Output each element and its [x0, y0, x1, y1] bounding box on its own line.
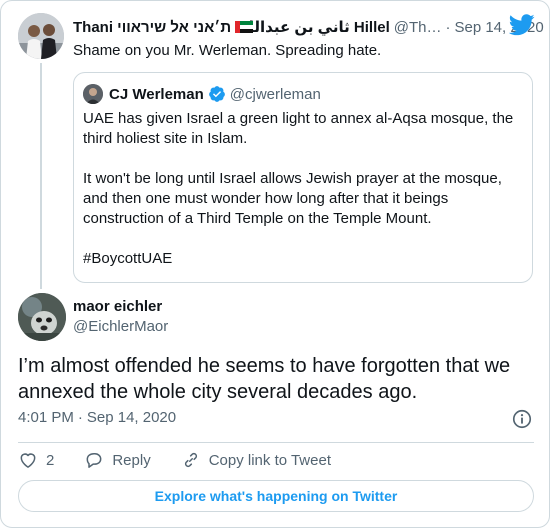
- quoted-hashtag: #BoycottUAE: [83, 250, 173, 267]
- copy-link-label: Copy link to Tweet: [208, 451, 331, 469]
- reply-button[interactable]: Reply: [84, 450, 151, 470]
- parent-handle[interactable]: @Th…: [394, 19, 442, 36]
- copy-link-button[interactable]: Copy link to Tweet: [181, 450, 331, 470]
- link-icon: [184, 452, 197, 468]
- tweet-embed-card: Thani ת׳אני אל שיראווי ثاني بن عبدالله H…: [0, 0, 550, 528]
- twitter-bird-icon[interactable]: [509, 14, 535, 36]
- main-tweet-timestamp[interactable]: 4:01 PM · Sep 14, 2020: [18, 409, 176, 426]
- quoted-avatar[interactable]: [83, 84, 103, 104]
- parent-display-name[interactable]: Thani ת׳אני אל שיראווי: [73, 19, 231, 36]
- parent-tweet-text: Shame on you Mr. Werleman. Spreading hat…: [73, 42, 382, 59]
- reply-label: Reply: [112, 451, 151, 469]
- like-count: 2: [46, 451, 55, 469]
- heart-icon: [20, 453, 36, 468]
- like-button[interactable]: 2: [18, 450, 54, 470]
- verified-badge-icon: [208, 86, 225, 102]
- quoted-paragraph-2: It won't be long until Israel allows Jew…: [83, 170, 502, 227]
- main-time[interactable]: 4:01 PM: [18, 409, 74, 426]
- info-icon[interactable]: [511, 408, 533, 430]
- explore-twitter-button[interactable]: Explore what's happening on Twitter: [18, 480, 534, 512]
- main-display-name[interactable]: maor eichler: [73, 298, 162, 315]
- main-handle[interactable]: @EichlerMaor: [73, 318, 168, 335]
- thread-connector-line: [40, 63, 42, 289]
- quoted-tweet[interactable]: CJ Werleman @cjwerleman UAE has given Is…: [73, 72, 533, 283]
- quoted-tweet-text: UAE has given Israel a green light to an…: [83, 109, 523, 269]
- parent-avatar[interactable]: [18, 13, 64, 59]
- main-separator: ·: [77, 409, 83, 426]
- reply-bubble-icon: [86, 453, 102, 468]
- action-bar: 2 Reply Copy link to Tweet: [18, 449, 331, 471]
- parent-display-name-rtl[interactable]: ثاني بن عبدالله Hillel: [239, 18, 390, 36]
- main-date[interactable]: Sep 14, 2020: [87, 409, 176, 426]
- quoted-display-name[interactable]: CJ Werleman: [109, 86, 204, 103]
- action-divider: [18, 442, 534, 443]
- quoted-tweet-header: CJ Werleman @cjwerleman: [83, 82, 321, 106]
- parent-separator: ·: [445, 18, 451, 36]
- main-avatar[interactable]: [18, 293, 66, 341]
- quoted-handle[interactable]: @cjwerleman: [230, 86, 321, 103]
- quoted-paragraph-1: UAE has given Israel a green light to an…: [83, 110, 514, 147]
- parent-tweet-header: Thani ת׳אני אל שיראווי ثاني بن عبدالله H…: [73, 16, 544, 38]
- main-tweet-text: I’m almost offended he seems to have for…: [18, 355, 511, 403]
